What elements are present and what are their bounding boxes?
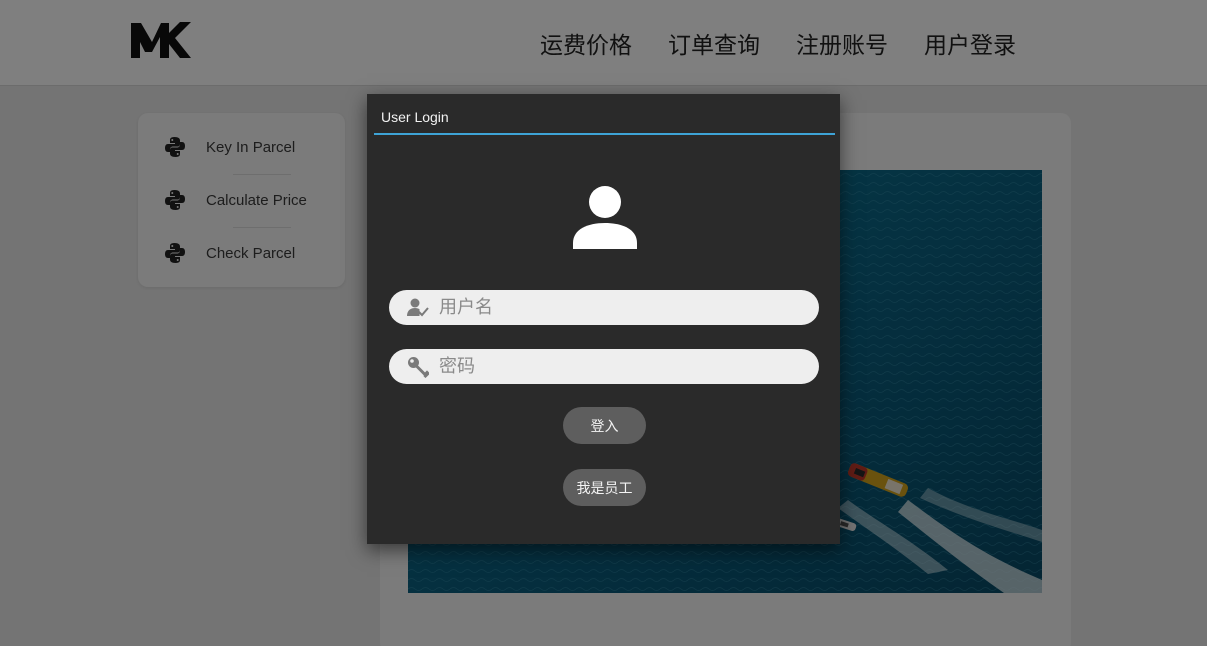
user-icon — [573, 186, 637, 249]
staff-button[interactable]: 我是员工 — [563, 469, 646, 506]
password-field[interactable] — [389, 349, 819, 384]
dialog-title-underline — [374, 133, 835, 135]
username-field[interactable] — [389, 290, 819, 325]
user-check-icon — [406, 296, 430, 320]
login-button[interactable]: 登入 — [563, 407, 646, 444]
password-input[interactable] — [439, 351, 799, 382]
username-input[interactable] — [439, 292, 799, 323]
dialog-title: User Login — [381, 109, 449, 125]
login-dialog: User Login 登入 我是员工 — [367, 94, 840, 544]
key-icon — [406, 355, 430, 379]
